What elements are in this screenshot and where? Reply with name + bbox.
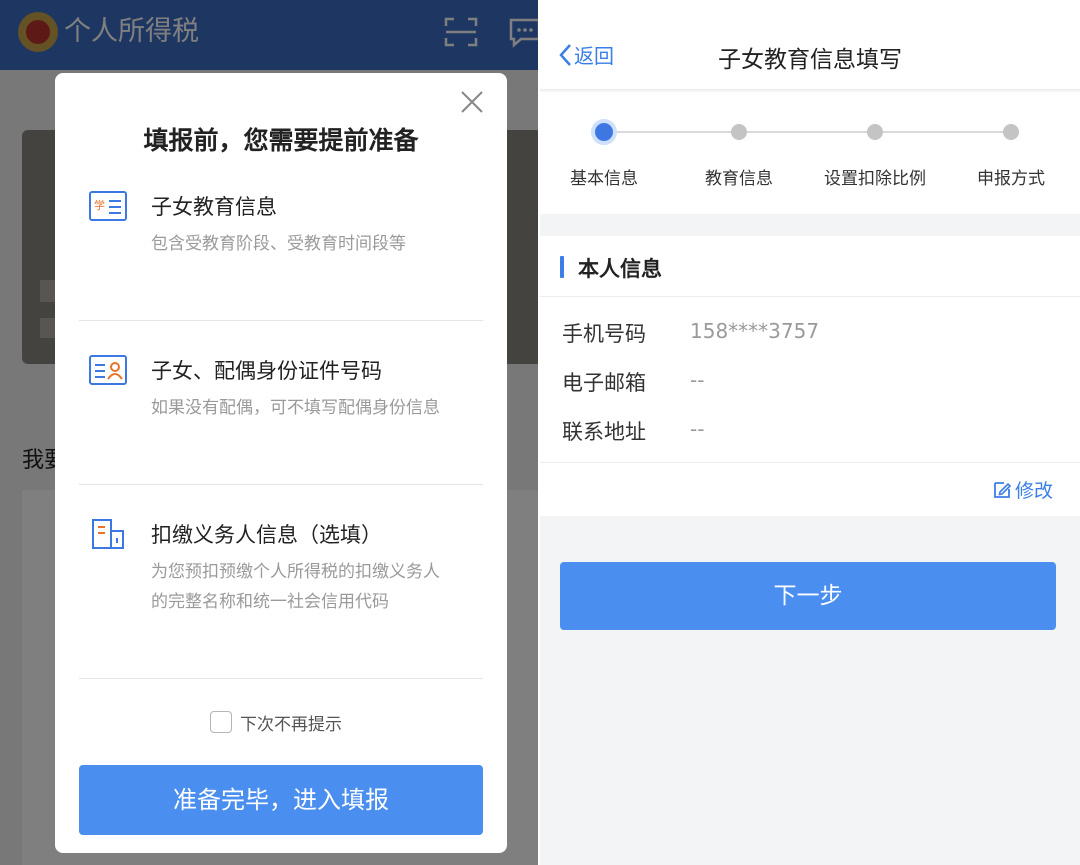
section-title: 本人信息 — [578, 257, 662, 281]
step-label-1: 基本信息 — [570, 169, 638, 189]
step-label-2: 教育信息 — [705, 169, 773, 189]
step-label-3: 设置扣除比例 — [824, 169, 926, 189]
item-description: 包含受教育阶段、受教育时间段等 — [151, 234, 406, 254]
edit-icon — [994, 481, 1012, 498]
next-step-button[interactable]: 下一步 — [560, 562, 1056, 630]
step-dot-2 — [731, 124, 747, 140]
item-title: 子女、配偶身份证件号码 — [151, 359, 382, 383]
personal-info-card: 本人信息 手机号码 158****3757 电子邮箱 -- 联系地址 -- 修改 — [540, 236, 1080, 516]
ready-enter-button[interactable]: 准备完毕，进入填报 — [79, 765, 483, 835]
right-screen: 返回 子女教育信息填写 基本信息 教育信息 设置扣除比例 申报方式 本人信息 手… — [540, 0, 1080, 865]
student-card-icon: 学 — [89, 191, 127, 221]
building-icon — [92, 519, 124, 549]
divider — [79, 320, 483, 321]
progress-steps: 基本信息 教育信息 设置扣除比例 申报方式 — [540, 92, 1080, 214]
step-dot-1 — [591, 119, 617, 145]
step-dot-4 — [1003, 124, 1019, 140]
close-icon[interactable] — [459, 89, 485, 115]
page-title: 子女教育信息填写 — [718, 47, 902, 73]
field-label-address: 联系地址 — [562, 420, 646, 444]
edit-label: 修改 — [1015, 480, 1054, 502]
field-value-phone: 158****3757 — [690, 319, 820, 343]
field-value-address: -- — [690, 417, 705, 441]
item-description: 如果没有配偶，可不填写配偶身份信息 — [151, 398, 440, 418]
dont-show-again-label: 下次不再提示 — [240, 714, 342, 735]
dont-show-again-option[interactable]: 下次不再提示 — [210, 709, 342, 735]
svg-text:学: 学 — [94, 198, 105, 212]
left-screen: 个人所得税 我要 填报前，您需要提前准备 学 — [0, 0, 538, 865]
steps-line — [604, 131, 1012, 133]
section-accent-bar — [560, 256, 564, 278]
item-title: 扣缴义务人信息（选填） — [151, 523, 382, 547]
id-card-icon — [89, 355, 127, 385]
divider — [79, 484, 483, 485]
dont-show-again-checkbox[interactable] — [210, 711, 232, 733]
field-label-phone: 手机号码 — [562, 322, 646, 346]
step-label-4: 申报方式 — [977, 169, 1045, 189]
prepare-dialog: 填报前，您需要提前准备 学 子女教育信息 包含受教育阶段、受教育时间段等 子女、… — [55, 73, 507, 853]
step-dot-3 — [867, 124, 883, 140]
item-title: 子女教育信息 — [151, 195, 277, 219]
dialog-title: 填报前，您需要提前准备 — [143, 126, 419, 155]
field-label-email: 电子邮箱 — [562, 371, 646, 395]
field-value-email: -- — [690, 368, 705, 392]
edit-button[interactable]: 修改 — [992, 476, 1053, 503]
divider — [79, 678, 483, 679]
nav-header: 返回 子女教育信息填写 — [540, 0, 1080, 90]
item-description: 为您预扣预缴个人所得税的扣缴义务人的完整名称和统一社会信用代码 — [151, 562, 440, 612]
